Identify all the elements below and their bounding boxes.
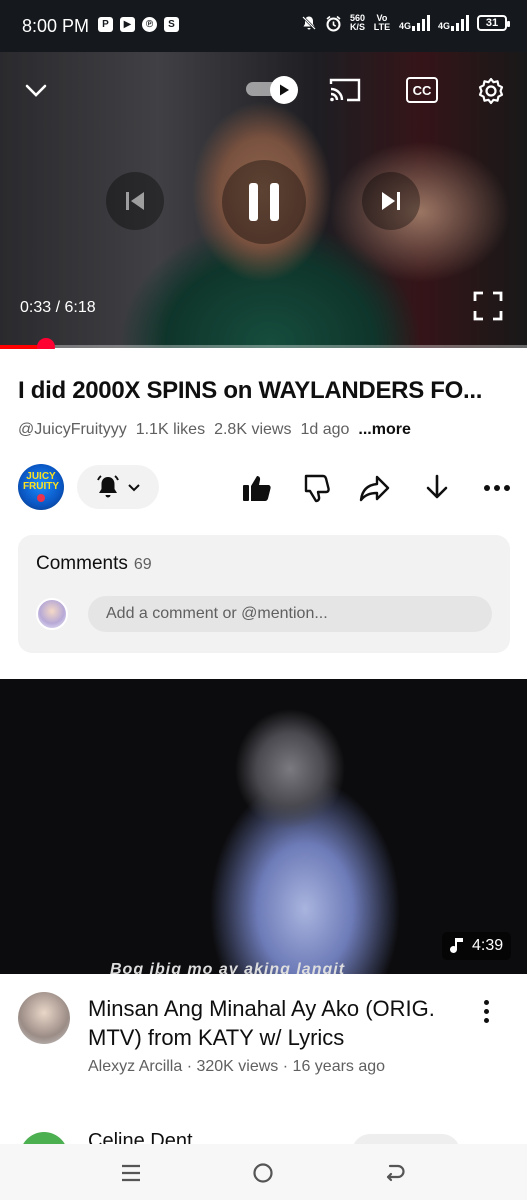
comments-header: Comments 69 <box>36 553 152 574</box>
more-horizontal-icon <box>484 485 510 491</box>
battery-icon: 31 <box>477 15 510 31</box>
mute-bell-icon <box>302 16 316 30</box>
thumbs-up-icon <box>243 476 271 501</box>
download-button[interactable] <box>420 471 454 505</box>
volte-indicator: Vo LTE <box>373 13 391 32</box>
signal-sim-2: 4G <box>438 15 469 31</box>
share-icon <box>359 475 390 502</box>
status-bar: 8:00 PM P ▶ ℗ S 560 K/S Vo LTE 4G 4G 31 <box>0 0 527 52</box>
alarm-icon <box>326 15 341 31</box>
subscription-notification-button[interactable] <box>77 465 159 509</box>
bell-ringing-icon <box>97 475 119 498</box>
comments-card[interactable]: Comments 69 Add a comment or @mention... <box>18 535 510 653</box>
back-arrow-icon <box>386 1164 405 1182</box>
duration-badge: 4:39 <box>442 932 512 960</box>
recommended-video-meta: Alexyz Arcilla · 320K views · 16 years a… <box>88 1058 386 1075</box>
like-button[interactable] <box>240 471 274 505</box>
thumbnail-lyric-caption: Bog ibig mo ay aking langit <box>110 961 346 974</box>
fullscreen-icon <box>473 291 503 321</box>
closed-captions-icon: CC <box>406 77 438 103</box>
views-count: 2.8K views <box>214 421 292 438</box>
comments-count: 69 <box>133 556 152 573</box>
youtube-notification-icon: ▶ <box>120 17 135 32</box>
home-circle-icon <box>253 1163 273 1183</box>
notification-app-icon-4: S <box>164 17 179 32</box>
video-player[interactable]: CC 0:33 / 6:18 <box>0 52 527 348</box>
add-comment-input[interactable]: Add a comment or @mention... <box>88 596 492 632</box>
status-indicators: 560 K/S Vo LTE 4G 4G 31 <box>301 13 510 32</box>
uploader-avatar[interactable] <box>18 992 70 1044</box>
more-vertical-icon <box>483 999 489 1005</box>
skip-next-icon <box>382 192 400 210</box>
recommended-video-item[interactable]: Minsan Ang Minahal Ay Ako (ORIG. MTV) fr… <box>0 974 527 1114</box>
peek-title: Celine Dent <box>88 1130 193 1144</box>
video-title[interactable]: I did 2000X SPINS on WAYLANDERS FO... <box>18 377 508 405</box>
video-meta[interactable]: @JuicyFruityyy 1.1K likes 2.8K views 1d ago… <box>18 421 420 439</box>
home-button[interactable] <box>250 1160 276 1186</box>
upload-age: 1d ago <box>300 421 350 438</box>
previous-video-button[interactable] <box>106 172 164 230</box>
next-list-item-peek[interactable]: Celine Dent <box>0 1114 527 1144</box>
music-note-icon <box>450 938 463 953</box>
notification-app-icon-1: P <box>98 17 113 32</box>
captions-button[interactable]: CC <box>402 70 442 110</box>
video-info-panel: I did 2000X SPINS on WAYLANDERS FO... @J… <box>0 349 527 679</box>
chevron-down-icon <box>25 84 47 97</box>
autoplay-toggle[interactable] <box>246 76 300 104</box>
channel-handle: @JuicyFruityyy <box>18 421 127 438</box>
play-pause-button[interactable] <box>222 160 306 244</box>
pause-icon <box>249 183 279 221</box>
status-time: 8:00 PM <box>22 16 90 36</box>
likes-count: 1.1K likes <box>135 421 206 438</box>
channel-avatar[interactable]: JUICY FRUITY <box>18 464 64 510</box>
signal-bars-icon <box>411 15 430 31</box>
skip-previous-icon <box>126 192 144 210</box>
next-video-button[interactable] <box>362 172 420 230</box>
network-speed: 560 K/S <box>349 13 365 32</box>
share-button[interactable] <box>358 471 392 505</box>
fullscreen-button[interactable] <box>468 286 508 326</box>
more-description-link[interactable]: ...more <box>358 421 410 438</box>
menu-lines-icon <box>122 1164 140 1182</box>
recent-apps-button[interactable] <box>118 1160 144 1186</box>
more-actions-button[interactable] <box>480 471 514 505</box>
thumbs-down-icon <box>304 474 330 503</box>
chevron-down-icon <box>128 484 140 492</box>
play-icon <box>280 84 289 96</box>
collapse-player-button[interactable] <box>16 70 56 110</box>
recommended-video-title[interactable]: Minsan Ang Minahal Ay Ako (ORIG. MTV) fr… <box>88 994 458 1052</box>
signal-bars-icon <box>451 15 469 31</box>
peek-subscribe-pill[interactable] <box>352 1134 460 1144</box>
next-video-thumbnail[interactable]: Bog ibig mo ay aking langit <box>0 679 527 974</box>
playback-time: 0:33 / 6:18 <box>20 299 96 316</box>
signal-sim-1: 4G <box>399 15 430 31</box>
video-options-button[interactable] <box>472 994 500 1028</box>
cast-icon <box>329 78 361 102</box>
system-navigation-bar <box>0 1144 527 1200</box>
cast-button[interactable] <box>325 70 365 110</box>
settings-button[interactable] <box>470 70 512 112</box>
action-row: JUICY FRUITY <box>0 463 527 513</box>
status-app-icons: P ▶ ℗ S <box>98 17 179 32</box>
gear-icon <box>478 77 504 105</box>
dislike-button[interactable] <box>300 471 334 505</box>
peek-avatar <box>20 1132 68 1144</box>
user-avatar <box>36 598 68 630</box>
download-icon <box>426 474 448 499</box>
back-button[interactable] <box>382 1160 408 1186</box>
pinterest-notification-icon: ℗ <box>142 17 157 32</box>
